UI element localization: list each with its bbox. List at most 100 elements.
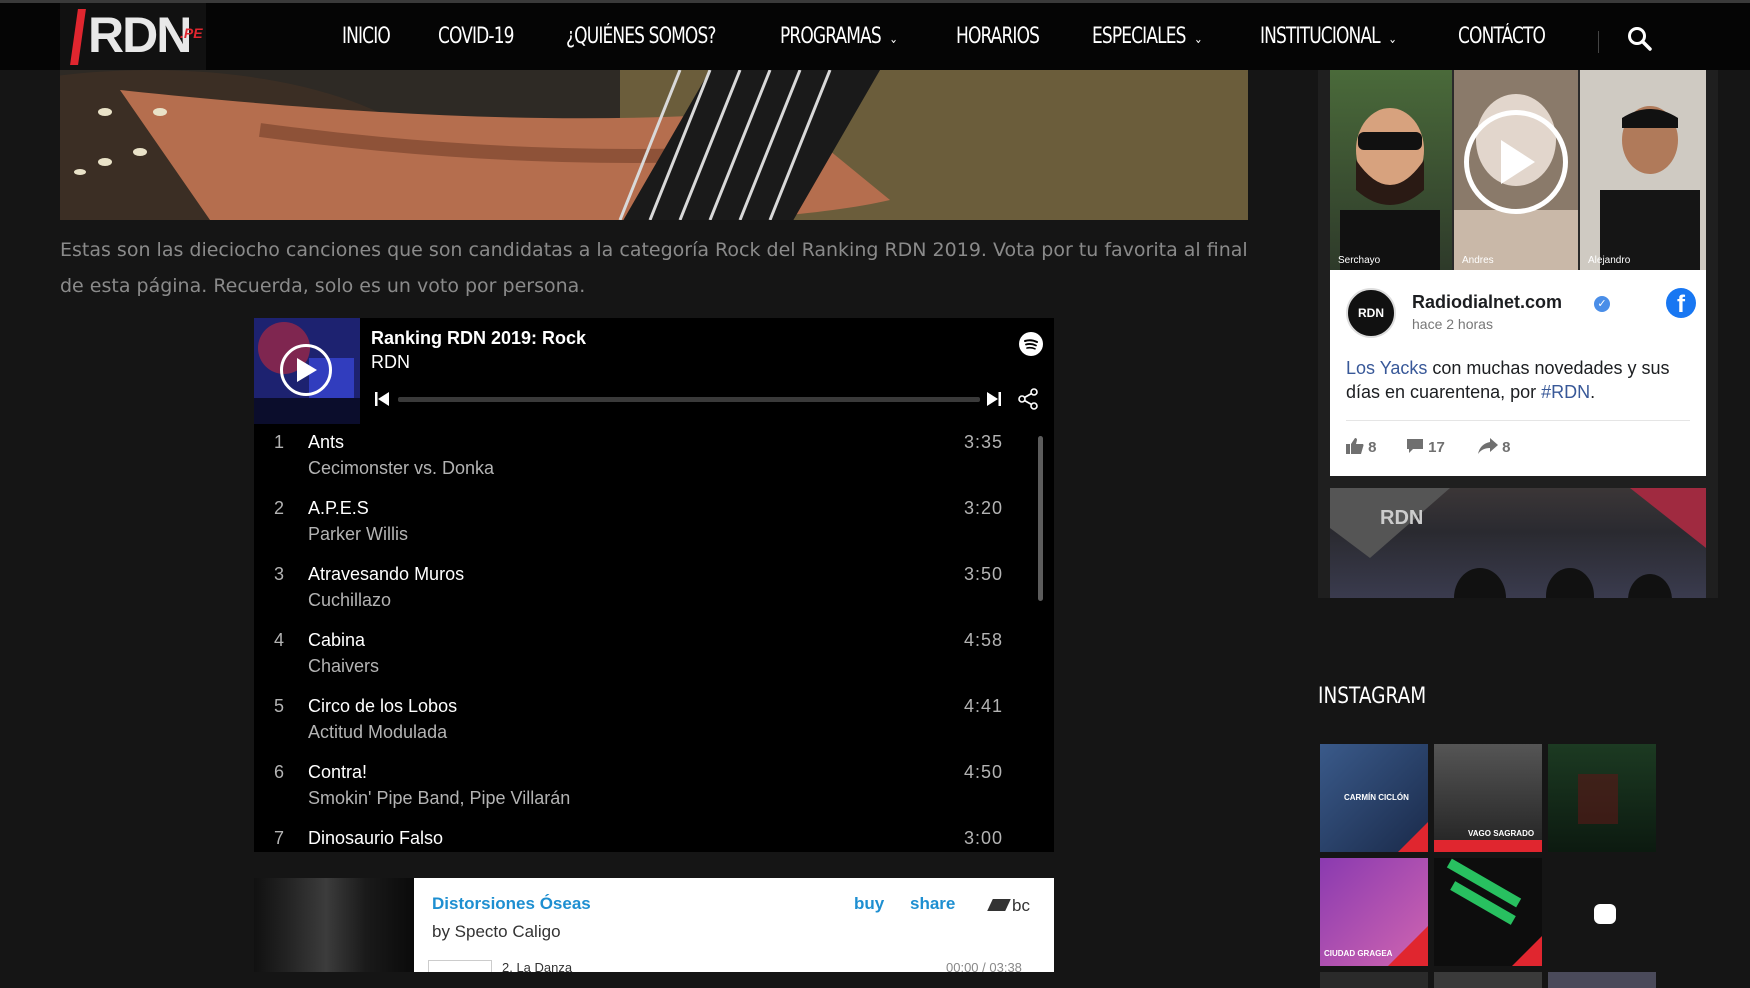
instagram-post[interactable]: CIUDAD GRAGEA (1320, 858, 1428, 966)
participant-name: Serchayo (1338, 255, 1381, 266)
search-icon[interactable] (1626, 25, 1654, 53)
previous-track-icon[interactable] (374, 391, 390, 407)
instagram-post[interactable] (1548, 972, 1656, 988)
track-row[interactable]: 7 Dinosaurio Falso 3:00 (254, 828, 1054, 852)
instagram-grid: CARMÍN CICLÓN VAGO SAGRADO CIUDAD GRAGEA (1320, 744, 1660, 988)
nav-item-inicio[interactable]: INICIO (342, 24, 391, 49)
page-avatar[interactable]: RDN (1346, 288, 1396, 338)
play-button[interactable] (428, 960, 492, 972)
post-link[interactable]: Los Yacks (1346, 358, 1427, 378)
guitar-photo (60, 70, 1248, 220)
facebook-video[interactable]: Serchayo Andres Alejandro (1330, 70, 1706, 270)
nav-item-especiales[interactable]: ESPECIALES ⌄ (1092, 24, 1203, 49)
track-duration: 3:00 (964, 828, 1004, 848)
track-duration: 4:50 (964, 762, 1004, 782)
track-row[interactable]: 1 Ants Cecimonster vs. Donka 3:35 (254, 432, 1054, 498)
facebook-embed: Serchayo Andres Alejandro RDN Radiodialn… (1318, 70, 1718, 598)
post-caption: CIUDAD GRAGEA (1324, 949, 1393, 958)
nav-item-horarios[interactable]: HORARIOS (956, 24, 1040, 49)
track-row[interactable]: 3 Atravesando Muros Cuchillazo 3:50 (254, 564, 1054, 630)
logo-suffix: .PE (180, 25, 203, 41)
instagram-post[interactable] (1320, 972, 1428, 988)
bandcamp-logo-icon[interactable]: bc (987, 896, 1030, 916)
nav-item-covid[interactable]: COVID-19 (438, 24, 514, 49)
track-duration: 3:20 (964, 498, 1004, 518)
bandcamp-player: Distorsiones Óseas by Specto Caligo buy … (254, 878, 1054, 972)
facebook-video-2[interactable]: RDN (1330, 488, 1706, 598)
share-count[interactable]: 8 (1478, 438, 1511, 456)
track-duration: 4:58 (964, 630, 1004, 650)
track-title: Contra! (308, 762, 368, 782)
facebook-logo-icon[interactable]: f (1666, 288, 1696, 318)
play-button[interactable] (280, 344, 332, 396)
loading-icon (1594, 904, 1616, 924)
facebook-post-card: RDN Radiodialnet.com ✓ hace 2 horas f Lo… (1330, 270, 1706, 476)
article-intro: Estas son las dieciocho canciones que so… (60, 239, 1248, 297)
nav-item-institucional[interactable]: INSTITUCIONAL ⌄ (1260, 24, 1397, 49)
video-play-button[interactable] (1464, 110, 1568, 214)
track-number: 5 (274, 696, 285, 716)
logo-bar (70, 9, 86, 65)
next-track-icon[interactable] (986, 391, 1002, 407)
chevron-down-icon: ⌄ (1388, 32, 1396, 47)
share-link[interactable]: share (910, 894, 955, 914)
track-title: Circo de los Lobos (308, 696, 458, 716)
track-duration: 3:35 (964, 432, 1004, 452)
chevron-down-icon: ⌄ (888, 32, 897, 47)
nav-item-programas[interactable]: PROGRAMAS ⌄ (780, 24, 898, 49)
instagram-heading: INSTAGRAM (1318, 684, 1427, 709)
play-icon (297, 358, 317, 382)
track-duration: 4:41 (964, 696, 1004, 716)
main-nav: INICIO COVID-19 ¿QUIÉNES SOMOS? PROGRAMA… (342, 3, 1599, 70)
track-list: 1 Ants Cecimonster vs. Donka 3:35 2 A.P.… (254, 428, 1054, 852)
instagram-post[interactable] (1548, 744, 1656, 852)
track-number: 4 (274, 630, 285, 650)
hero-image (60, 70, 1248, 220)
svg-text:RDN: RDN (1380, 507, 1423, 529)
playlist-owner: RDN (371, 352, 410, 372)
nav-item-quienes-somos[interactable]: ¿QUIÉNES SOMOS? (566, 24, 716, 49)
instagram-post[interactable] (1548, 858, 1656, 966)
comment-count[interactable]: 17 (1406, 438, 1445, 456)
track-number: 6 (274, 762, 285, 782)
post-text: Los Yacks con muchas novedades y sus día… (1346, 358, 1670, 402)
instagram-post[interactable] (1434, 858, 1542, 966)
divider (1346, 420, 1690, 421)
post-time[interactable]: hace 2 horas (1412, 316, 1493, 332)
album-title[interactable]: Distorsiones Óseas (432, 894, 591, 914)
playlist-cover (254, 318, 360, 424)
track-row[interactable]: 2 A.P.E.S Parker Willis 3:20 (254, 498, 1054, 564)
track-number: 3 (274, 564, 285, 584)
track-artist: Smokin' Pipe Band, Pipe Villarán (308, 788, 571, 808)
track-artist: Cecimonster vs. Donka (308, 458, 495, 478)
site-header: RDN .PE INICIO COVID-19 ¿QUIÉNES SOMOS? … (0, 0, 1750, 70)
playlist-title: Ranking RDN 2019: Rock (371, 328, 587, 348)
track-artist: Chaivers (308, 656, 380, 676)
site-logo[interactable]: RDN .PE (60, 3, 206, 70)
track-row[interactable]: 6 Contra! Smokin' Pipe Band, Pipe Villar… (254, 762, 1054, 828)
like-count[interactable]: 8 (1346, 438, 1377, 456)
instagram-post[interactable] (1434, 972, 1542, 988)
spotify-logo-icon[interactable] (1019, 332, 1043, 356)
page-name[interactable]: Radiodialnet.com (1412, 292, 1562, 313)
share-icon[interactable] (1018, 388, 1038, 410)
tracklist-scrollbar[interactable] (1038, 436, 1043, 601)
comment-icon (1407, 439, 1423, 453)
logo-text: RDN (88, 7, 192, 63)
track-row[interactable]: 5 Circo de los Lobos Actitud Modulada 4:… (254, 696, 1054, 762)
track-number: 7 (274, 828, 285, 848)
track-time: 00:00 / 03:38 (946, 960, 1022, 972)
participant-name: Andres (1462, 255, 1494, 266)
track-title: Cabina (308, 630, 366, 650)
album-cover (254, 878, 414, 972)
instagram-post[interactable]: CARMÍN CICLÓN (1320, 744, 1428, 852)
buy-link[interactable]: buy (854, 894, 884, 914)
play-icon (1501, 140, 1535, 184)
track-row[interactable]: 4 Cabina Chaivers 4:58 (254, 630, 1054, 696)
instagram-post[interactable]: VAGO SAGRADO (1434, 744, 1542, 852)
album-artist[interactable]: by Specto Caligo (432, 922, 561, 942)
nav-item-contacto[interactable]: CONTÁCTO (1458, 24, 1546, 49)
hashtag-link[interactable]: #RDN (1541, 382, 1590, 402)
like-icon (1346, 438, 1364, 454)
playback-progress-bar[interactable] (398, 397, 980, 402)
